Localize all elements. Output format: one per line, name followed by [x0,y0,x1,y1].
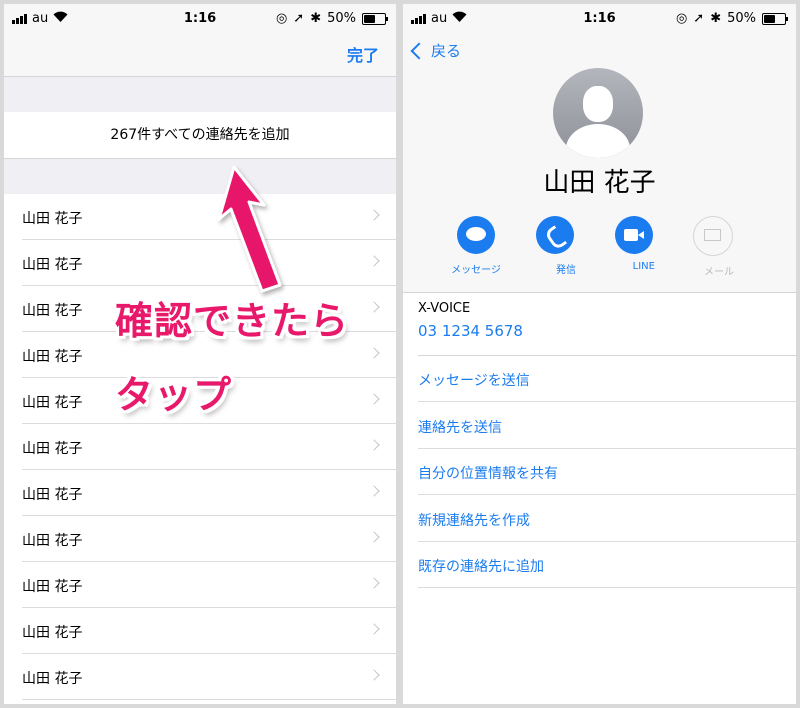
nav-bar: 完了 [4,34,396,76]
contact-name: 山田 花子 [22,211,83,227]
option-row[interactable]: 連絡先を送信 [418,403,796,449]
contact-name: 山田 花子 [22,395,83,411]
annotation-text-line1: 確認できたら [115,299,350,343]
contact-name: 山田 花子 [22,303,83,319]
mail-icon [704,229,721,241]
contact-name: 山田 花子 [22,441,83,457]
contact-row[interactable]: 山田 花子 [4,424,396,470]
battery-icon [762,12,788,25]
annotation-text-line2: タップ [115,373,233,417]
contact-row[interactable]: 山田 花子 [4,516,396,562]
location-icon: ➚ [293,11,305,26]
chevron-right-icon [368,439,380,451]
person-silhouette-icon [583,86,613,122]
chevron-right-icon [368,577,380,589]
avatar [553,68,643,158]
line-video-button[interactable]: LINE [613,216,655,279]
contact-row[interactable]: 山田 花子 [4,608,396,654]
chevron-right-icon [368,669,380,681]
chevron-right-icon [368,209,380,221]
divider [418,587,796,588]
option-row[interactable]: 自分の位置情報を共有 [418,449,796,495]
location-icon: ➚ [693,11,705,26]
option-label: 既存の連絡先に追加 [418,559,544,575]
action-label: LINE [632,261,655,272]
chevron-right-icon [368,623,380,635]
option-label: 新規連絡先を作成 [418,512,530,529]
action-label: メール [704,267,734,278]
contact-row[interactable]: 山田 花子 [4,654,396,700]
orientation-lock-icon: ◎ [675,11,688,26]
call-button[interactable]: 発信 [534,216,576,279]
back-button[interactable]: 戻る [410,40,462,61]
option-row[interactable]: 既存の連絡先に追加 [418,542,796,588]
contact-name: 山田 花子 [22,625,83,641]
action-label: 発信 [556,265,576,276]
section-spacer [4,77,396,112]
option-row[interactable]: 新規連絡先を作成 [418,496,796,542]
contact-name: 山田 花子 [22,533,83,549]
bluetooth-icon: ✱ [310,11,322,26]
contact-row[interactable]: 山田 花子 [4,562,396,608]
chevron-right-icon [368,531,380,543]
phone-icon [543,225,568,251]
bluetooth-icon: ✱ [710,11,722,26]
right-screen: au 1:16 ◎ ➚ ✱ 50% 戻る 山田 花子 メッセージ 発信 LINE… [403,4,796,704]
message-icon [466,227,486,241]
orientation-lock-icon: ◎ [275,11,288,26]
video-icon [624,229,644,241]
phone-number-link[interactable]: 03 1234 5678 [418,322,523,340]
option-label: 連絡先を送信 [418,419,502,436]
contact-name: 山田 花子 [22,257,83,273]
battery-icon [362,12,388,25]
contact-name: 山田 花子 [22,349,83,365]
back-label: 戻る [431,42,462,60]
chevron-left-icon [410,42,428,59]
contact-name: 山田 花子 [22,671,83,687]
add-all-contacts-button[interactable]: 267件すべての連絡先を追加 [4,112,396,158]
option-row[interactable]: メッセージを送信 [418,356,796,402]
battery-percent: 50% [727,11,756,26]
status-bar: au 1:16 ◎ ➚ ✱ 50% [4,4,396,34]
battery-percent: 50% [327,11,356,26]
done-button[interactable]: 完了 [347,42,379,66]
chevron-right-icon [368,393,380,405]
arrow-annotation-icon [217,165,282,293]
action-label: メッセージ [451,265,501,276]
chevron-right-icon [368,255,380,267]
option-label: メッセージを送信 [418,373,530,389]
chevron-right-icon [368,485,380,497]
phone-label: X-VOICE [418,301,471,316]
contact-row[interactable]: 山田 花子 [4,470,396,516]
chevron-right-icon [368,301,380,313]
contact-name: 山田 花子 [22,487,83,503]
option-label: 自分の位置情報を共有 [418,466,558,482]
message-button[interactable]: メッセージ [451,216,501,279]
left-screen: au 1:16 ◎ ➚ ✱ 50% 完了 267件すべての連絡先を追加 山田 花… [4,4,396,704]
status-bar: au 1:16 ◎ ➚ ✱ 50% [403,4,796,34]
contact-name: 山田 花子 [543,168,656,198]
contact-name: 山田 花子 [22,579,83,595]
divider [22,699,396,700]
contact-details: X-VOICE 03 1234 5678 メッセージを送信 連絡先を送信自分の位置… [403,293,796,704]
mail-button[interactable]: メール [692,216,734,279]
chevron-right-icon [368,347,380,359]
action-bar: メッセージ 発信 LINE メール [451,216,734,279]
